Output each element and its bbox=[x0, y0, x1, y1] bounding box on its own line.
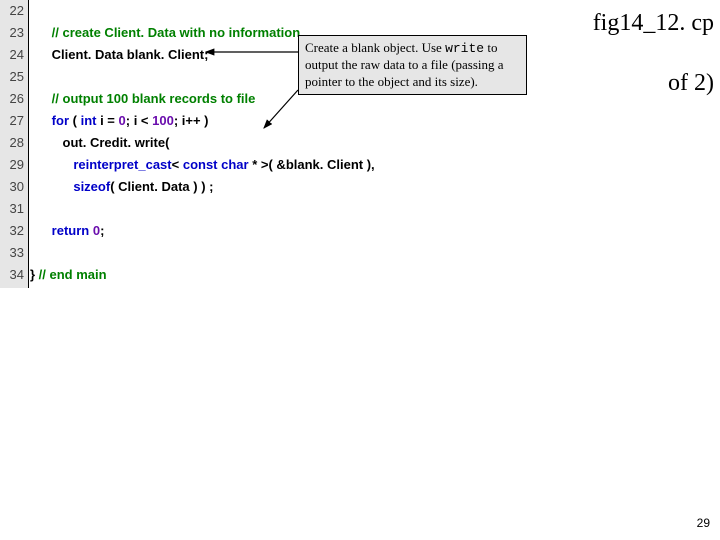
code-text: out. Credit. write( bbox=[63, 135, 170, 150]
line-number: 23 bbox=[0, 22, 28, 44]
line-number: 26 bbox=[0, 88, 28, 110]
comment-text: // create Client. Data with no informati… bbox=[52, 25, 300, 40]
code-line: out. Credit. write( bbox=[30, 132, 720, 154]
keyword: sizeof bbox=[73, 179, 110, 194]
code-text: Client. Data blank. Client; bbox=[52, 47, 209, 62]
callout-code: write bbox=[445, 41, 484, 56]
keyword: char bbox=[221, 157, 248, 172]
line-number: 24 bbox=[0, 44, 28, 66]
literal: 0 bbox=[119, 113, 126, 128]
page-number: 29 bbox=[697, 516, 710, 530]
code-line: return 0; bbox=[30, 220, 720, 242]
literal: 0 bbox=[93, 223, 100, 238]
code-line: sizeof( Client. Data ) ) ; bbox=[30, 176, 720, 198]
callout-text: Create a blank object. Use bbox=[305, 40, 445, 55]
line-number: 29 bbox=[0, 154, 28, 176]
keyword: const bbox=[183, 157, 218, 172]
code-line: for ( int i = 0; i < 100; i++ ) bbox=[30, 110, 720, 132]
code-line: reinterpret_cast< const char * >( &blank… bbox=[30, 154, 720, 176]
line-number: 32 bbox=[0, 220, 28, 242]
line-number-gutter: 22 23 24 25 26 27 28 29 30 31 32 33 34 bbox=[0, 0, 28, 286]
keyword: int bbox=[81, 113, 97, 128]
line-number: 30 bbox=[0, 176, 28, 198]
keyword: reinterpret_cast bbox=[73, 157, 171, 172]
line-number: 34 bbox=[0, 264, 28, 286]
keyword: return bbox=[52, 223, 90, 238]
line-number: 27 bbox=[0, 110, 28, 132]
annotation-callout: Create a blank object. Use write to outp… bbox=[298, 35, 527, 95]
literal: 100 bbox=[152, 113, 174, 128]
line-number: 22 bbox=[0, 0, 28, 22]
line-number: 31 bbox=[0, 198, 28, 220]
line-number: 25 bbox=[0, 66, 28, 88]
keyword: for bbox=[52, 113, 69, 128]
line-number: 28 bbox=[0, 132, 28, 154]
comment-text: // output 100 blank records to file bbox=[52, 91, 256, 106]
line-number: 33 bbox=[0, 242, 28, 264]
code-line: } // end main bbox=[30, 264, 720, 286]
slide-title: fig14_12. cp bbox=[593, 10, 714, 37]
comment-text: // end main bbox=[39, 267, 107, 282]
slide-subtitle: of 2) bbox=[668, 70, 714, 97]
code-line bbox=[30, 242, 720, 264]
code-line bbox=[30, 198, 720, 220]
